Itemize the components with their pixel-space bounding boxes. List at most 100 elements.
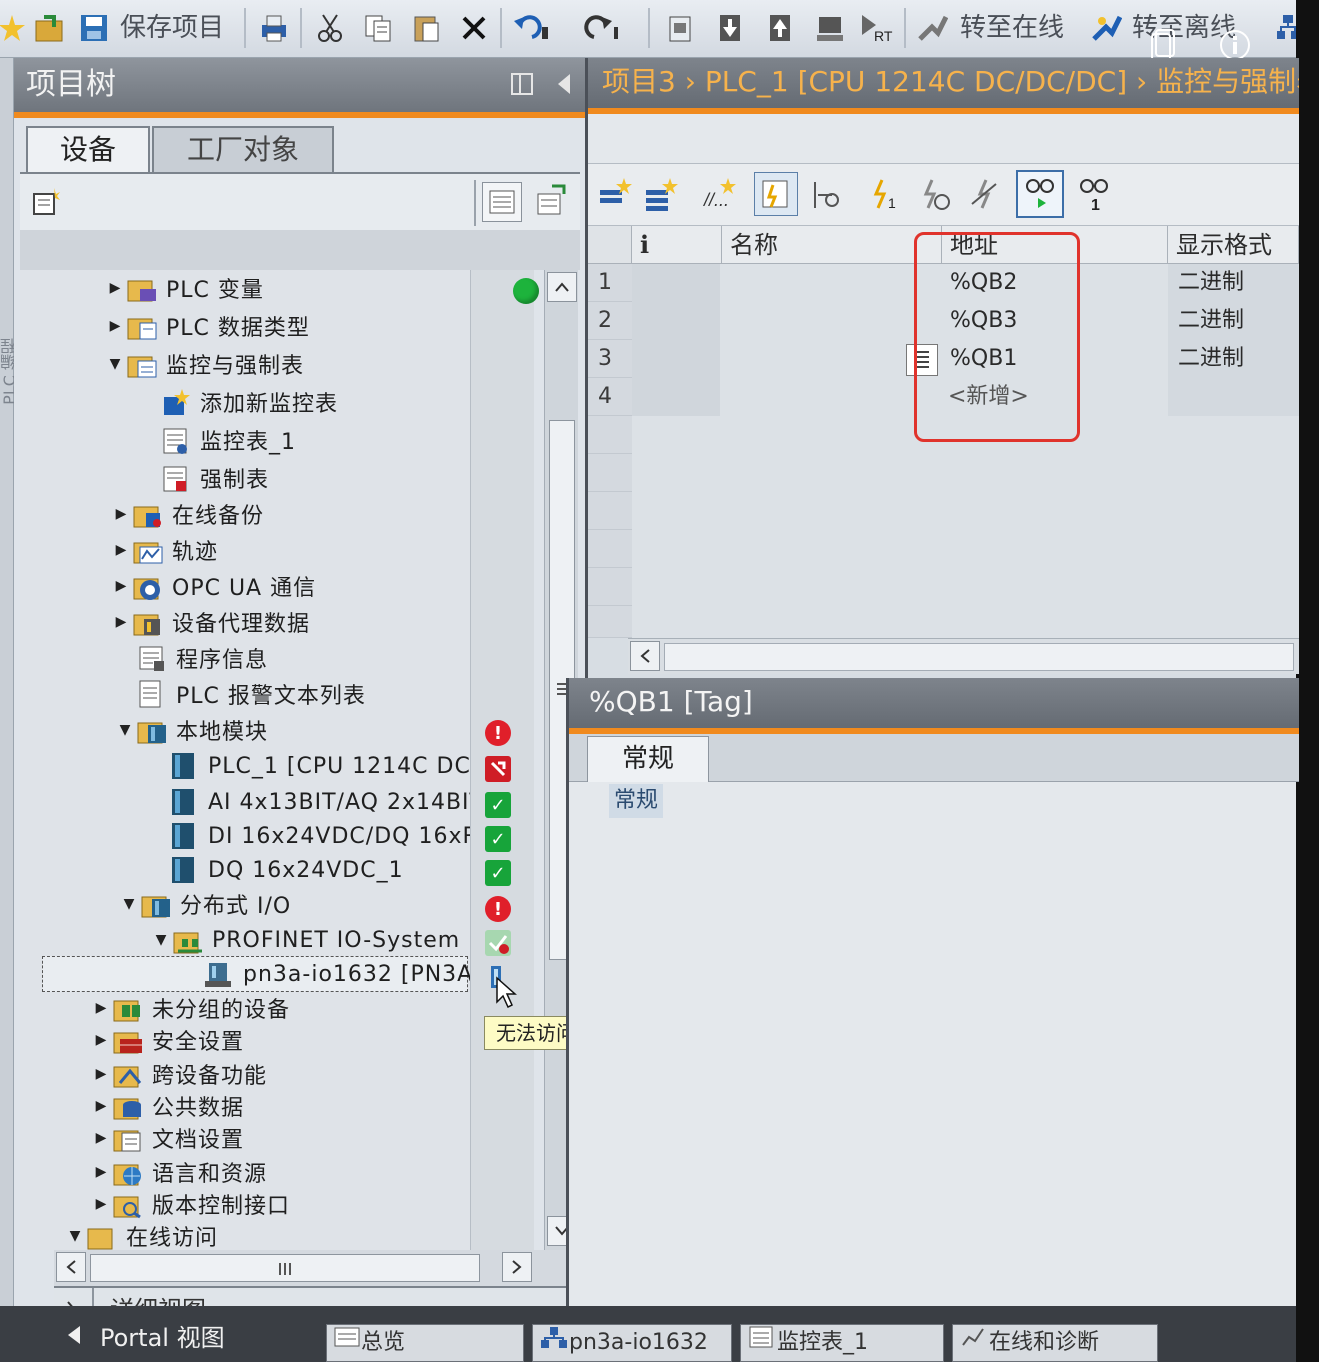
save-icon[interactable] — [76, 10, 112, 46]
overview-view-icon[interactable] — [482, 182, 522, 222]
expand-arrow-icon[interactable]: ▶ — [110, 614, 132, 630]
go-online-icon[interactable] — [914, 10, 950, 46]
tree-item-online-backups[interactable]: ▶ 在线备份 — [110, 496, 264, 532]
delete-icon[interactable] — [456, 10, 492, 46]
upload-icon[interactable] — [762, 10, 798, 46]
redo-icon[interactable] — [582, 10, 618, 46]
tree-item-profinet-system[interactable]: ▼ PROFINET IO-System (1... — [150, 922, 517, 958]
tree-item-common-data[interactable]: ▶ 公共数据 — [90, 1088, 244, 1124]
go-offline-icon[interactable] — [1088, 10, 1124, 46]
new-project-icon[interactable] — [0, 10, 30, 46]
row-number[interactable]: 2 — [588, 302, 632, 340]
left-collapsed-strip[interactable]: PLC 编程 — [0, 58, 19, 1306]
monitor-once-icon[interactable] — [810, 176, 844, 212]
tree-item-online-access[interactable]: ▼ 在线访问 — [64, 1218, 218, 1254]
print-icon[interactable] — [256, 10, 292, 46]
tree-item-opc-ua[interactable]: ▶ OPC UA 通信 — [110, 568, 316, 604]
tree-item-plc-alarm-texts[interactable]: PLC 报警文本列表 — [136, 676, 366, 712]
tree-item-plc-tags[interactable]: ▶ PLC 变量 — [104, 270, 264, 306]
tree-item-program-info[interactable]: 程序信息 — [136, 640, 268, 676]
expand-arrow-icon[interactable]: ▶ — [110, 578, 132, 594]
monitor-all-icon[interactable] — [1016, 170, 1064, 218]
tab-devices[interactable]: 设备 — [26, 126, 150, 172]
modify-all-icon[interactable] — [754, 172, 798, 216]
grid-scroll-thumb[interactable] — [664, 643, 1294, 671]
open-project-icon[interactable] — [32, 10, 68, 46]
tree-item-dq-module[interactable]: DQ 16x24VDC_1 — [168, 852, 404, 888]
expand-arrow-icon[interactable]: ▶ — [90, 1032, 112, 1048]
enable-peripheral-icon[interactable] — [968, 176, 1002, 212]
tab-plant-objects[interactable]: 工厂对象 — [152, 126, 334, 172]
portal-view-button[interactable]: Portal 视图 — [100, 1316, 225, 1360]
scroll-left-icon[interactable] — [56, 1252, 86, 1282]
scroll-left-icon[interactable] — [630, 641, 660, 671]
row-number-empty[interactable] — [588, 454, 632, 492]
expand-arrow-icon[interactable]: ▶ — [90, 1098, 112, 1114]
expand-arrow-icon[interactable]: ▶ — [110, 542, 132, 558]
expand-arrow-icon[interactable]: ▶ — [90, 1130, 112, 1146]
undo-icon[interactable] — [512, 10, 548, 46]
expand-arrow-icon[interactable]: ▶ — [90, 1000, 112, 1016]
column-header-info[interactable]: i — [632, 226, 722, 264]
expand-arrow-icon[interactable]: ▶ — [90, 1066, 112, 1082]
collapse-arrow-icon[interactable]: ▼ — [114, 722, 136, 738]
column-header-name[interactable]: 名称 — [722, 226, 942, 264]
compile-icon[interactable] — [662, 10, 698, 46]
tree-item-plc-data-types[interactable]: ▶ PLC 数据类型 — [104, 308, 310, 344]
modify-now-icon[interactable]: 1 — [868, 176, 902, 212]
tree-item-di-dq-module[interactable]: DI 16x24VDC/DQ 16xRe... — [168, 818, 516, 854]
tab-general[interactable]: 常规 — [587, 736, 709, 782]
general-section-item[interactable]: 常规 — [609, 784, 663, 818]
collapse-arrow-icon[interactable]: ▼ — [150, 932, 172, 948]
tree-item-plc-1[interactable]: PLC_1 [CPU 1214C DC/... — [168, 748, 503, 784]
expand-arrow-icon[interactable]: ▶ — [104, 280, 126, 296]
copy-icon[interactable] — [360, 10, 396, 46]
tree-item-cross-device[interactable]: ▶ 跨设备功能 — [90, 1056, 267, 1092]
row-number-empty[interactable] — [588, 492, 632, 530]
tree-settings-icon[interactable] — [30, 186, 62, 218]
paste-icon[interactable] — [408, 10, 444, 46]
task-overview[interactable]: 总览 — [326, 1324, 524, 1362]
info-icon[interactable] — [1218, 28, 1252, 62]
collapse-arrow-icon[interactable]: ▼ — [104, 356, 126, 372]
row-number[interactable]: 4 — [588, 378, 632, 416]
row-number-empty[interactable] — [588, 568, 632, 606]
task-pn3a-io1632[interactable]: pn3a-io1632 — [532, 1324, 732, 1362]
grid-horizontal-scrollbar[interactable] — [628, 638, 1299, 674]
download-icon[interactable] — [712, 10, 748, 46]
column-header-display-format[interactable]: 显示格式 — [1168, 226, 1299, 264]
expand-arrow-icon[interactable]: ▶ — [110, 506, 132, 522]
tree-item-watch-table-1[interactable]: 监控表_1 — [160, 422, 296, 458]
row-number-empty[interactable] — [588, 416, 632, 454]
display-format-cell[interactable]: 二进制 — [1178, 302, 1244, 340]
task-watch-table-1[interactable]: 监控表_1 — [740, 1324, 944, 1362]
tree-item-local-modules[interactable]: ▼ 本地模块 — [114, 712, 268, 748]
tree-horizontal-scrollbar[interactable] — [54, 1250, 574, 1286]
collapse-arrow-icon[interactable]: ▼ — [118, 896, 140, 912]
row-number-empty[interactable] — [588, 530, 632, 568]
runtime-icon[interactable]: RT — [860, 10, 896, 46]
tree-item-traces[interactable]: ▶ 轨迹 — [110, 532, 218, 568]
panel-layout-icon[interactable] — [510, 72, 534, 96]
row-number[interactable]: 1 — [588, 264, 632, 302]
tree-item-add-watch-table[interactable]: 添加新监控表 — [160, 384, 338, 420]
display-format-cell[interactable]: 二进制 — [1178, 340, 1244, 378]
collapse-arrow-icon[interactable]: ▼ — [64, 1228, 86, 1244]
tree-item-security-settings[interactable]: ▶ 安全设置 — [90, 1022, 244, 1058]
expand-arrow-icon[interactable]: ▶ — [104, 318, 126, 334]
tree-item-ungrouped-devices[interactable]: ▶ 未分组的设备 — [90, 990, 290, 1026]
row-number-empty[interactable] — [588, 606, 632, 638]
h-scroll-thumb[interactable] — [90, 1254, 480, 1282]
expand-arrow-icon[interactable]: ▶ — [90, 1164, 112, 1180]
display-format-cell[interactable]: 二进制 — [1178, 264, 1244, 302]
tree-item-pn3a-io1632[interactable]: pn3a-io1632 [PN3A... — [42, 956, 496, 992]
compare-icon[interactable] — [532, 182, 572, 222]
tree-item-ai-module[interactable]: AI 4x13BIT/AQ 2x14BIT_1 — [168, 784, 511, 820]
tree-item-watch-force-tables[interactable]: ▼ 监控与强制表 — [104, 346, 304, 382]
copy-window-icon[interactable] — [1150, 28, 1180, 62]
add-row-icon[interactable] — [644, 176, 678, 212]
save-project-button[interactable]: 保存项目 — [120, 10, 224, 46]
expand-arrow-icon[interactable]: ▶ — [90, 1196, 112, 1212]
insert-comment-icon[interactable]: //... — [702, 176, 736, 212]
tree-item-device-proxy-data[interactable]: ▶ 设备代理数据 — [110, 604, 310, 640]
